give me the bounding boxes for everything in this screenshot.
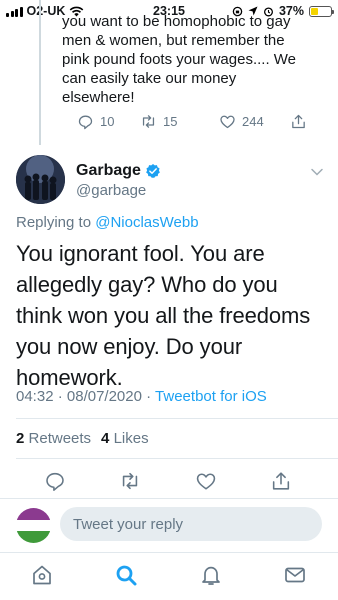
divider: [16, 418, 338, 419]
tweet-stats: 2 Retweets 4 Likes: [16, 430, 149, 447]
meta-separator: ·: [146, 388, 152, 405]
home-icon[interactable]: [30, 563, 54, 587]
replying-to: Replying to @NioclasWebb: [16, 214, 199, 231]
chevron-down-icon[interactable]: [310, 165, 324, 179]
share-icon: [292, 114, 305, 129]
avatar-image: [16, 155, 65, 204]
parent-reply-button[interactable]: 10: [77, 113, 140, 130]
verified-badge-icon: [146, 164, 160, 178]
author-name[interactable]: Garbage: [76, 162, 161, 180]
messages-icon[interactable]: [283, 563, 307, 587]
parent-tweet-line: can easily take our money: [62, 70, 237, 87]
author-name-text: Garbage: [76, 162, 141, 179]
parent-tweet-line: pink pound foots your wages.... We: [62, 51, 297, 68]
tweet-actions: [0, 470, 338, 494]
tweet-time: 04:32: [16, 388, 54, 405]
retweets-label: Retweets: [28, 430, 92, 447]
parent-retweet-count: 15: [163, 114, 178, 129]
parent-share-button[interactable]: [290, 113, 307, 130]
parent-like-count: 244: [242, 114, 264, 129]
thread-line: [39, 0, 41, 145]
reply-icon[interactable]: [44, 470, 66, 492]
reply-input[interactable]: [60, 507, 322, 541]
tweet-source-link[interactable]: Tweetbot for iOS: [155, 388, 267, 405]
parent-tweet-line: men & women, but remember the: [62, 32, 285, 49]
avatar-stripe: [16, 519, 51, 532]
heart-icon[interactable]: [195, 470, 217, 492]
replying-prefix: Replying to: [16, 214, 92, 231]
avatar-stripe: [16, 531, 51, 543]
heart-icon: [220, 115, 235, 129]
reply-icon: [78, 115, 93, 130]
tweet-text: You ignorant fool. You are allegedly gay…: [16, 241, 311, 390]
likes-stat[interactable]: 4 Likes: [101, 430, 149, 447]
likes-count: 4: [101, 430, 110, 447]
parent-retweet-button[interactable]: 15: [140, 113, 219, 130]
reply-composer: [0, 498, 338, 552]
parent-tweet-line: you want to be homophobic to gay: [62, 13, 291, 30]
meta-separator: ·: [57, 388, 63, 405]
tab-bar: [0, 552, 338, 600]
tweet-meta: 04:32 · 08/07/2020 · Tweetbot for iOS: [16, 388, 267, 405]
avatar-stripe: [16, 508, 51, 520]
parent-tweet-line: elsewhere!: [62, 89, 135, 106]
share-icon[interactable]: [270, 470, 292, 492]
parent-like-button[interactable]: 244: [219, 113, 290, 130]
parent-reply-count: 10: [100, 114, 115, 129]
user-avatar[interactable]: [16, 508, 51, 543]
notifications-icon[interactable]: [199, 563, 223, 587]
retweets-stat[interactable]: 2 Retweets: [16, 430, 91, 447]
retweets-count: 2: [16, 430, 25, 447]
author-handle[interactable]: @garbage: [76, 182, 146, 199]
parent-tweet-actions: 10 15 244: [77, 113, 307, 130]
author-avatar[interactable]: [16, 155, 65, 204]
divider: [16, 458, 338, 459]
retweet-icon[interactable]: [119, 470, 141, 492]
search-icon[interactable]: [114, 563, 138, 587]
tweet-date: 08/07/2020: [66, 388, 142, 405]
likes-label: Likes: [113, 430, 149, 447]
parent-tweet-text[interactable]: you want to be homophobic to gay men & w…: [62, 12, 332, 107]
replying-to-link[interactable]: @NioclasWebb: [95, 214, 198, 231]
retweet-icon: [142, 115, 155, 128]
